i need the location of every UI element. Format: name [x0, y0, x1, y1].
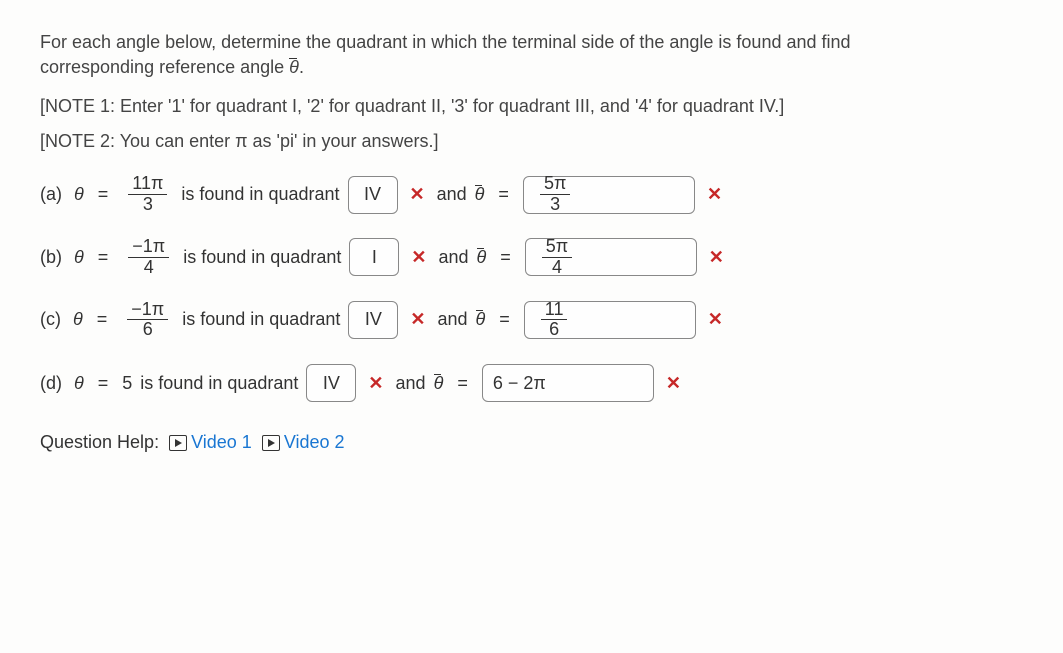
part-c-theta-frac: −1π 6	[127, 300, 168, 341]
part-a-theta-frac: 11π 3	[128, 174, 167, 215]
equals-sign: =	[97, 309, 108, 330]
frac-den: 3	[139, 195, 157, 215]
equals-sign: =	[98, 184, 109, 205]
mid-text: is found in quadrant	[183, 247, 341, 268]
equals-sign: =	[98, 373, 109, 394]
incorrect-icon: ✕	[411, 247, 426, 268]
video-2-label: Video 2	[284, 432, 345, 453]
frac-den: 4	[140, 258, 158, 278]
frac-den: 3	[546, 195, 564, 215]
incorrect-icon: ✕	[666, 373, 681, 394]
equals-sign: =	[498, 184, 509, 205]
theta-bar-symbol: θ	[476, 309, 486, 330]
theta-bar-symbol: θ	[475, 184, 485, 205]
and-text: and	[438, 247, 468, 268]
frac-den: 4	[548, 258, 566, 278]
theta-symbol: θ	[74, 373, 84, 394]
mid-text: is found in quadrant	[140, 373, 298, 394]
incorrect-icon: ✕	[410, 184, 425, 205]
theta-bar-symbol: θ	[434, 373, 444, 394]
frac-den: 6	[545, 320, 563, 340]
part-c-label: (c)	[40, 309, 61, 330]
video-1-link[interactable]: Video 1	[169, 432, 252, 453]
theta-symbol: θ	[73, 309, 83, 330]
frac-num: −1π	[127, 300, 168, 321]
equals-sign: =	[499, 309, 510, 330]
and-text: and	[437, 309, 467, 330]
incorrect-icon: ✕	[709, 247, 724, 268]
part-b-row: (b) θ = −1π 4 is found in quadrant I ✕ a…	[40, 237, 1023, 278]
help-label: Question Help:	[40, 432, 159, 453]
frac-num: −1π	[128, 237, 169, 258]
part-a-reference-input[interactable]: 5π 3	[523, 176, 695, 214]
part-d-theta-value: 5	[122, 373, 132, 394]
theta-symbol: θ	[74, 247, 84, 268]
mid-text: is found in quadrant	[181, 184, 339, 205]
theta-bar-symbol: θ	[477, 247, 487, 268]
video-2-link[interactable]: Video 2	[262, 432, 345, 453]
part-d-reference-input[interactable]: 6 − 2π	[482, 364, 654, 402]
frac-num: 11	[541, 300, 568, 321]
part-d-quadrant-input[interactable]: IV	[306, 364, 356, 402]
theta-symbol: θ	[74, 184, 84, 205]
mid-text: is found in quadrant	[182, 309, 340, 330]
frac-num: 5π	[542, 237, 572, 258]
theta-bar-symbol: θ	[289, 57, 299, 77]
part-c-reference-input[interactable]: 11 6	[524, 301, 696, 339]
part-c-quadrant-input[interactable]: IV	[348, 301, 398, 339]
equals-sign: =	[98, 247, 109, 268]
intro-line2-prefix: corresponding reference angle	[40, 57, 289, 77]
part-a-ref-frac: 5π 3	[540, 174, 570, 215]
part-b-quadrant-input[interactable]: I	[349, 238, 399, 276]
part-b-ref-frac: 5π 4	[542, 237, 572, 278]
problem-statement: For each angle below, determine the quad…	[40, 30, 1023, 80]
frac-den: 6	[139, 320, 157, 340]
video-1-label: Video 1	[191, 432, 252, 453]
part-d-label: (d)	[40, 373, 62, 394]
play-icon	[169, 435, 187, 451]
part-c-row: (c) θ = −1π 6 is found in quadrant IV ✕ …	[40, 300, 1023, 341]
play-icon	[262, 435, 280, 451]
part-a-quadrant-input[interactable]: IV	[348, 176, 398, 214]
incorrect-icon: ✕	[708, 309, 723, 330]
intro-line2-suffix: .	[299, 57, 304, 77]
part-c-ref-frac: 11 6	[541, 300, 568, 341]
incorrect-icon: ✕	[707, 184, 722, 205]
and-text: and	[396, 373, 426, 394]
part-a-row: (a) θ = 11π 3 is found in quadrant IV ✕ …	[40, 174, 1023, 215]
and-text: and	[437, 184, 467, 205]
frac-num: 11π	[128, 174, 167, 195]
intro-line1: For each angle below, determine the quad…	[40, 32, 851, 52]
question-help-row: Question Help: Video 1 Video 2	[40, 432, 1023, 453]
part-a-label: (a)	[40, 184, 62, 205]
note-2: [NOTE 2: You can enter π as 'pi' in your…	[40, 131, 1023, 152]
part-b-label: (b)	[40, 247, 62, 268]
part-d-row: (d) θ = 5 is found in quadrant IV ✕ and …	[40, 364, 1023, 402]
incorrect-icon: ✕	[368, 373, 383, 394]
frac-num: 5π	[540, 174, 570, 195]
part-b-theta-frac: −1π 4	[128, 237, 169, 278]
incorrect-icon: ✕	[410, 309, 425, 330]
equals-sign: =	[500, 247, 511, 268]
equals-sign: =	[457, 373, 468, 394]
note-1: [NOTE 1: Enter '1' for quadrant I, '2' f…	[40, 96, 1023, 117]
part-b-reference-input[interactable]: 5π 4	[525, 238, 697, 276]
